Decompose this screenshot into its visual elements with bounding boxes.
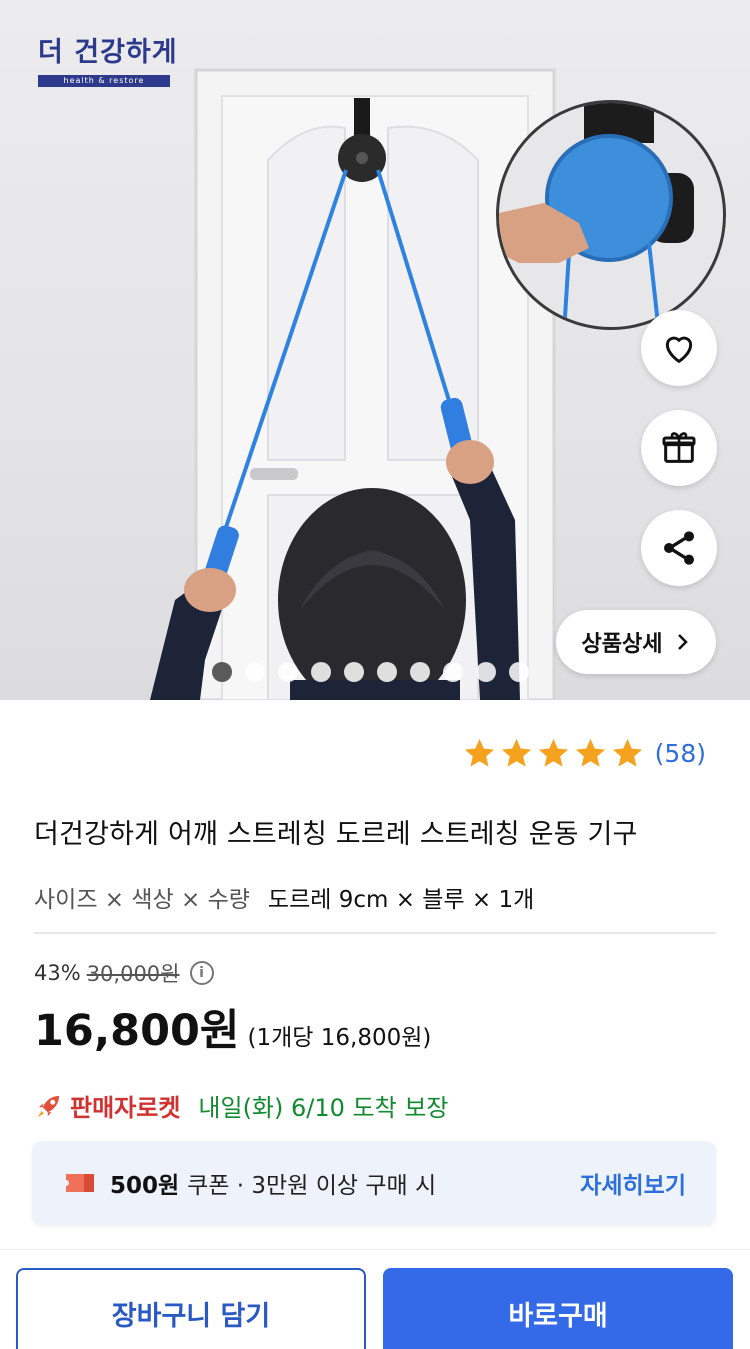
buy-now-button[interactable]: 바로구매 — [383, 1268, 733, 1349]
brand-name: 더 건강하게 — [38, 37, 178, 68]
rating-stars — [462, 736, 645, 771]
carousel-dot[interactable] — [410, 662, 430, 682]
chevron-right-icon — [678, 634, 689, 650]
product-detail-label: 상품상세 — [581, 632, 663, 657]
rocket-icon — [37, 1095, 59, 1117]
brand-tagline: health & restore — [38, 75, 170, 87]
product-title: 더건강하게 어깨 스트레칭 도르레 스트레칭 운동 기구 — [34, 819, 638, 850]
share-icon — [664, 531, 694, 565]
unit-price: (1개당 16,800원) — [247, 1025, 432, 1051]
wishlist-button[interactable] — [641, 310, 717, 386]
option-label: 사이즈 × 색상 × 수량 — [34, 887, 250, 913]
sale-price: 16,800원 — [34, 1006, 240, 1056]
info-icon[interactable]: i — [189, 961, 214, 985]
star-icon — [612, 738, 642, 767]
carousel-dot[interactable] — [509, 662, 529, 682]
carousel-indicator[interactable] — [212, 662, 529, 682]
option-value: 도르레 9cm × 블루 × 1개 — [267, 887, 535, 913]
star-icon — [464, 738, 494, 767]
discount-row: 43% 30,000원 i — [34, 958, 214, 988]
brand-logo: 더 건강하게 health & restore — [38, 30, 178, 87]
rocket-badge: 판매자로켓 — [70, 1094, 181, 1122]
option-selector[interactable]: 사이즈 × 색상 × 수량 도르레 9cm × 블루 × 1개 — [34, 880, 534, 914]
carousel-dot[interactable] — [311, 662, 331, 682]
coupon-icon — [66, 1174, 94, 1192]
product-detail-button[interactable]: 상품상세 — [556, 610, 716, 674]
coupon-banner[interactable]: 500원 쿠폰 · 3만원 이상 구매 시 자세히보기 — [32, 1141, 716, 1225]
star-icon — [538, 738, 568, 767]
carousel-dot[interactable] — [278, 662, 298, 682]
zoom-inset — [496, 100, 726, 330]
carousel-dot[interactable] — [212, 662, 232, 682]
discount-rate: 43% — [34, 961, 81, 985]
pulley-closeup — [499, 103, 694, 327]
carousel-dot[interactable] — [344, 662, 364, 682]
share-button[interactable] — [641, 510, 717, 586]
price-row: 16,800원 (1개당 16,800원) — [34, 996, 431, 1058]
carousel-dot[interactable] — [245, 662, 265, 682]
coupon-more-link[interactable]: 자세히보기 — [580, 1166, 686, 1200]
star-icon — [501, 738, 531, 767]
divider — [34, 932, 716, 934]
bottom-action-bar: 장바구니 담기 바로구매 — [0, 1249, 750, 1349]
product-image[interactable]: 더 건강하게 health & restore 상품상세 — [0, 0, 750, 700]
rating[interactable]: (58) — [462, 736, 706, 771]
coupon-amount: 500원 — [110, 1173, 180, 1199]
coupon-description: 쿠폰 · 3만원 이상 구매 시 — [187, 1173, 437, 1199]
review-count[interactable]: (58) — [655, 739, 706, 768]
carousel-dot[interactable] — [476, 662, 496, 682]
original-price: 30,000원 — [86, 962, 180, 986]
carousel-dot[interactable] — [443, 662, 463, 682]
gift-icon — [662, 432, 696, 463]
heart-icon — [665, 336, 693, 363]
gift-button[interactable] — [641, 410, 717, 486]
add-to-cart-button[interactable]: 장바구니 담기 — [16, 1268, 366, 1349]
star-icon — [575, 738, 605, 767]
delivery-info: 판매자로켓 내일(화) 6/10 도착 보장 — [34, 1088, 448, 1123]
delivery-date: 내일(화) 6/10 도착 보장 — [198, 1094, 449, 1122]
carousel-dot[interactable] — [377, 662, 397, 682]
